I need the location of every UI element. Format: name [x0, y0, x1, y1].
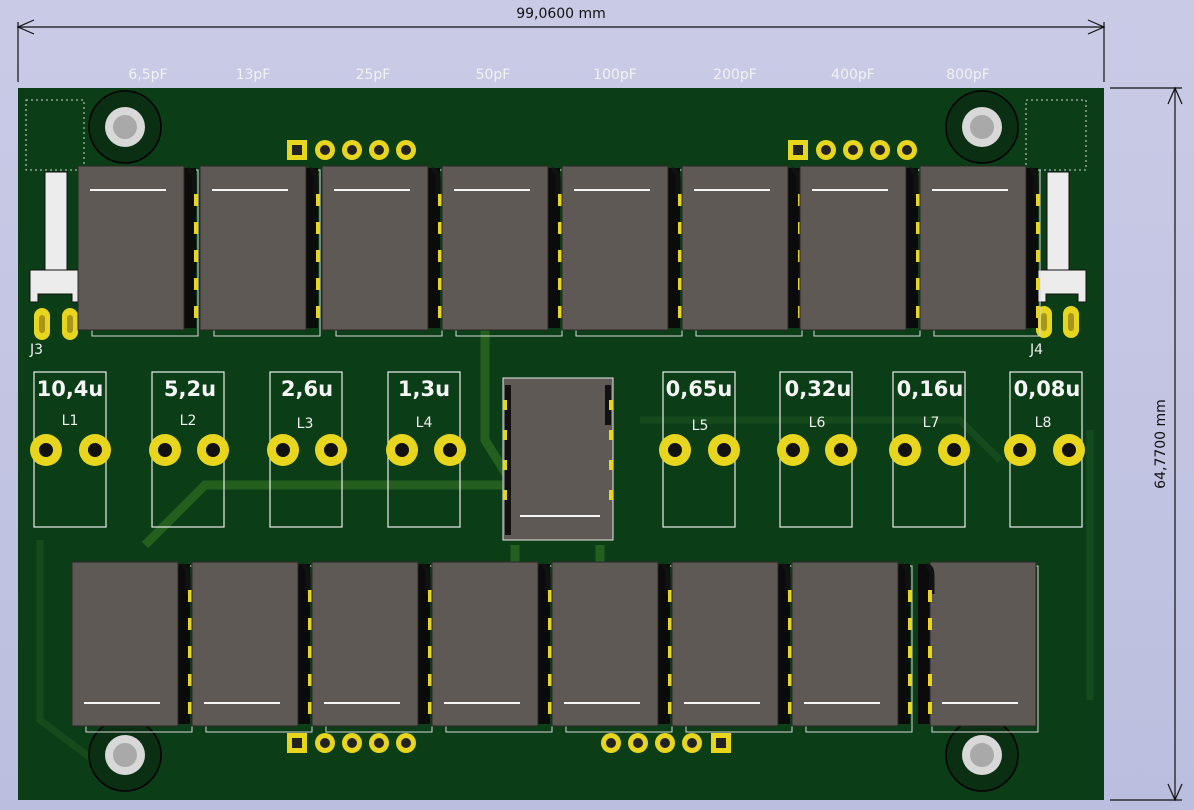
- inductor-ref: L8: [1035, 415, 1052, 431]
- inductor-value: 2,6u: [281, 377, 333, 401]
- cap-label: 50pF: [476, 67, 511, 83]
- inductor-ref: L5: [692, 418, 709, 434]
- relay: [441, 165, 563, 337]
- capacitor-labels: 6,5pF 13pF 25pF 50pF 100pF 200pF 400pF 8…: [128, 67, 989, 83]
- cap-label: 800pF: [946, 67, 990, 83]
- connector-j4-label: J4: [1029, 342, 1043, 358]
- inductor-ref: L1: [62, 413, 79, 429]
- relay: [321, 165, 443, 337]
- mounting-hole: [945, 718, 1019, 792]
- relay: [799, 165, 921, 337]
- relay: [791, 561, 913, 733]
- inductor-ref: L3: [297, 416, 314, 432]
- connector-j3-label: J3: [29, 342, 43, 358]
- relay: [681, 165, 803, 337]
- inductor-value: 0,32u: [785, 377, 852, 401]
- inductor-ref: L2: [180, 413, 197, 429]
- cap-label: 400pF: [831, 67, 875, 83]
- relay: [918, 561, 1039, 733]
- mounting-hole: [88, 90, 162, 164]
- relay: [311, 561, 433, 733]
- cap-label: 100pF: [593, 67, 637, 83]
- relay: [919, 165, 1041, 337]
- pcb-3d-view: 99,0600 mm 64,7700 mm J3 J4 6,5pF 13pF 2…: [16, 6, 1183, 802]
- dimension-width: [16, 19, 1106, 82]
- relay: [71, 561, 193, 733]
- relay: [199, 165, 321, 337]
- relay: [191, 561, 313, 733]
- cap-label: 6,5pF: [128, 67, 167, 83]
- inductor-value: 5,2u: [164, 377, 216, 401]
- relay: [77, 165, 199, 337]
- relay-row-bottom: [71, 561, 1039, 733]
- mounting-hole: [88, 718, 162, 792]
- inductor-value: 0,16u: [897, 377, 964, 401]
- cap-label: 200pF: [713, 67, 757, 83]
- relay-row-top: [77, 165, 1041, 337]
- dimension-height: [1110, 86, 1183, 802]
- inductor-ref: L4: [416, 415, 433, 431]
- cap-label: 13pF: [236, 67, 271, 83]
- height-dimension-label: 64,7700 mm: [1153, 399, 1169, 489]
- inductor-value: 10,4u: [37, 377, 104, 401]
- inductor-ref: L7: [923, 415, 940, 431]
- width-dimension-label: 99,0600 mm: [516, 6, 606, 22]
- inductor-value: 1,3u: [398, 377, 450, 401]
- cap-label: 25pF: [356, 67, 391, 83]
- relay: [561, 165, 683, 337]
- inductor-value: 0,08u: [1014, 377, 1081, 401]
- inductor-ref: L6: [809, 415, 826, 431]
- center-relay: [502, 377, 614, 541]
- mounting-hole: [945, 90, 1019, 164]
- relay: [551, 561, 673, 733]
- relay: [671, 561, 793, 733]
- relay: [431, 561, 553, 733]
- inductor-value: 0,65u: [666, 377, 733, 401]
